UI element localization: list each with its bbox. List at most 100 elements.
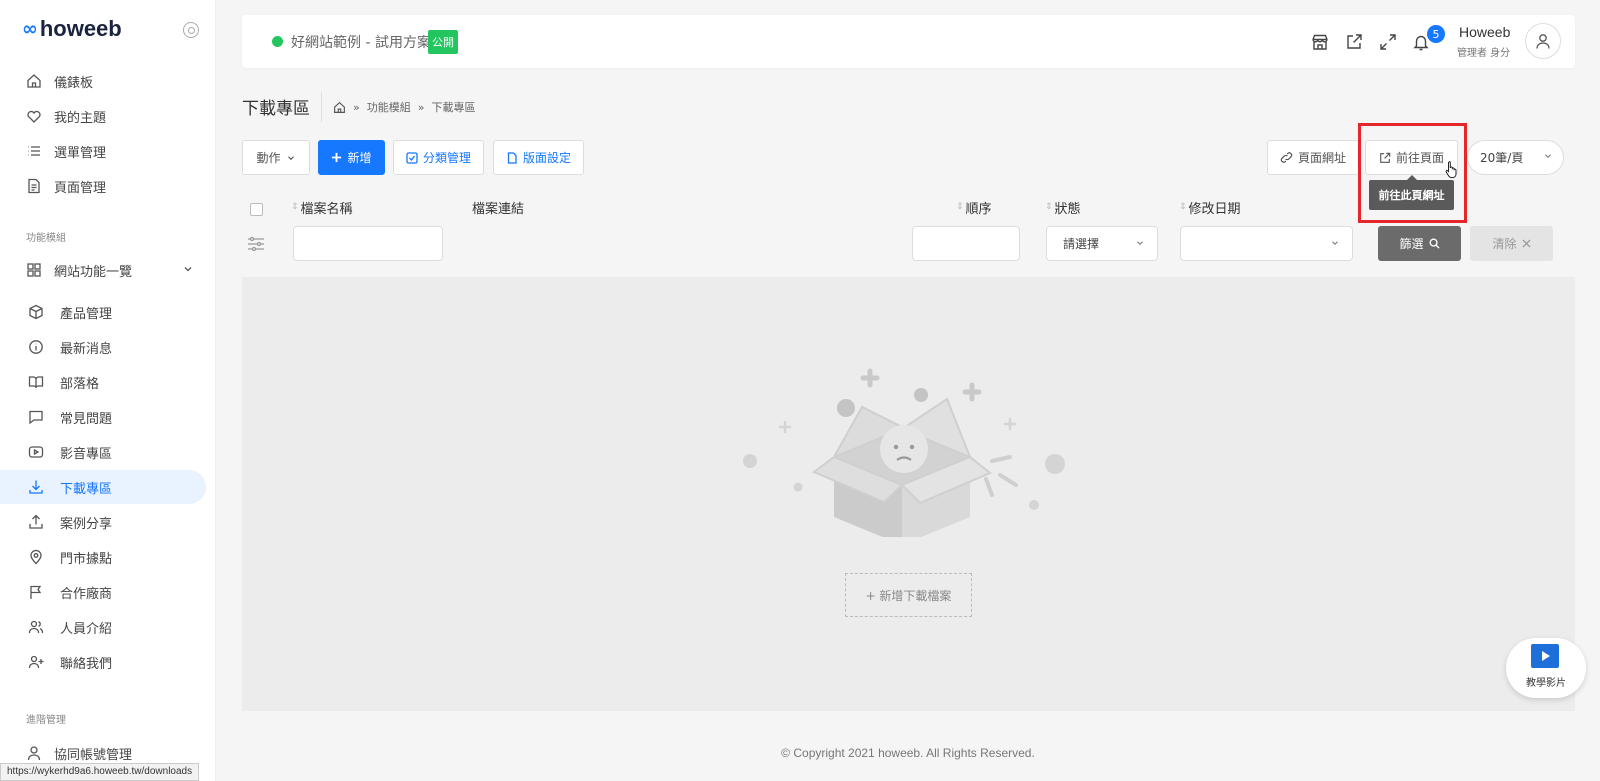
user-plus-icon — [26, 652, 46, 672]
action-label: 動作 — [256, 151, 281, 165]
sidebar-item-themes[interactable]: 我的主題 — [0, 99, 206, 133]
box-icon — [26, 302, 46, 322]
column-header-label: 修改日期 — [1188, 202, 1241, 217]
status-filter-select[interactable]: 請選擇 — [1046, 226, 1158, 261]
empty-table-area — [242, 277, 1575, 711]
checkbox-icon — [406, 151, 418, 164]
top-bar: 好網站範例 - 試用方案 公開 5 Howeeb 管理者 身分 — [242, 15, 1575, 68]
page-size-select[interactable]: 20筆/頁 — [1467, 140, 1564, 175]
breadcrumb-separator: » — [417, 100, 425, 114]
cursor-pointer-icon — [1445, 160, 1459, 178]
sidebar-item-team[interactable]: 人員介紹 — [0, 610, 206, 644]
sidebar-item-blog[interactable]: 部落格 — [0, 365, 206, 399]
close-icon — [1521, 239, 1531, 248]
column-header-order[interactable]: ⇕ 順序 — [956, 198, 992, 217]
video-icon — [26, 442, 46, 462]
sidebar-group-label: 網站功能一覽 — [54, 264, 133, 280]
sidebar-item-stores[interactable]: 門市據點 — [0, 540, 206, 574]
breadcrumb-item[interactable]: 功能模組 — [367, 99, 411, 115]
breadcrumb-separator: » — [353, 100, 360, 114]
clear-button-label: 清除 — [1492, 237, 1517, 251]
sort-icon: ⇕ — [291, 202, 299, 212]
order-filter-input[interactable] — [912, 226, 1020, 261]
category-management-button[interactable]: 分類管理 — [393, 140, 484, 175]
store-icon[interactable] — [1310, 32, 1330, 52]
page-size-value: 20筆/頁 — [1480, 151, 1524, 165]
fullscreen-icon[interactable] — [1378, 32, 1398, 52]
sidebar-section-advanced: 進階管理 — [26, 715, 66, 726]
action-dropdown-button[interactable]: 動作 — [242, 140, 310, 175]
flag-icon — [26, 582, 46, 602]
column-header-filename[interactable]: ⇕ 檔案名稱 — [291, 198, 353, 217]
external-link-icon[interactable] — [1344, 32, 1364, 52]
sidebar-item-label: 最新消息 — [60, 341, 113, 357]
add-download-file-button[interactable]: + 新增下載檔案 — [845, 573, 972, 617]
site-name[interactable]: 好網站範例 - 試用方案 — [291, 32, 431, 52]
filename-filter-input[interactable] — [293, 226, 443, 261]
sidebar-item-news[interactable]: 最新消息 — [0, 330, 206, 364]
sidebar-item-video[interactable]: 影音專區 — [0, 435, 206, 469]
empty-box-illustration — [742, 367, 1072, 537]
sidebar-item-partners[interactable]: 合作廠商 — [0, 575, 206, 609]
sidebar-item-label: 聯絡我們 — [60, 656, 113, 672]
document-icon — [24, 176, 44, 196]
list-icon — [24, 141, 44, 161]
sidebar-item-downloads[interactable]: 下載專區 — [0, 470, 206, 504]
sidebar-item-label: 常見問題 — [60, 411, 113, 427]
info-icon — [26, 337, 46, 357]
tutorial-video-widget[interactable]: 教學影片 — [1506, 638, 1586, 698]
filter-button[interactable]: 篩選 — [1378, 226, 1461, 261]
breadcrumb-home-icon[interactable] — [333, 101, 346, 114]
sidebar-collapse-icon[interactable] — [183, 22, 199, 38]
footer-copyright: © Copyright 2021 howeeb. All Rights Rese… — [781, 746, 1035, 760]
file-icon — [506, 151, 518, 164]
sidebar-item-label: 合作廠商 — [60, 586, 113, 602]
column-header-status[interactable]: ⇕ 狀態 — [1045, 198, 1081, 217]
title-divider — [321, 92, 322, 122]
add-label: 新增 — [347, 151, 372, 165]
avatar[interactable] — [1525, 23, 1561, 59]
status-filter-value: 請選擇 — [1063, 237, 1100, 251]
category-label: 分類管理 — [422, 151, 471, 165]
user-role: 管理者 身分 — [1457, 48, 1511, 59]
sidebar-item-label: 下載專區 — [60, 481, 113, 497]
chat-icon — [26, 407, 46, 427]
sidebar-item-label: 我的主題 — [54, 110, 107, 126]
sidebar-section-modules: 功能模組 — [26, 233, 66, 244]
sort-icon: ⇕ — [956, 202, 964, 212]
add-button[interactable]: 新增 — [318, 140, 385, 175]
clear-button[interactable]: 清除 — [1470, 226, 1553, 261]
sidebar-item-label: 儀錶板 — [54, 75, 94, 91]
logo-text: howeeb — [39, 16, 122, 41]
browser-status-url: https://wykerhd9a6.howeeb.tw/downloads — [0, 763, 200, 781]
sidebar-item-products[interactable]: 產品管理 — [0, 295, 206, 329]
site-status-dot — [272, 36, 283, 47]
search-icon — [1429, 238, 1440, 249]
sidebar-item-dashboard[interactable]: 儀錶板 — [0, 64, 206, 98]
layout-label: 版面設定 — [522, 151, 571, 165]
breadcrumb-item: 下載專區 — [431, 101, 476, 114]
layout-settings-button[interactable]: 版面設定 — [493, 140, 584, 175]
select-all-checkbox[interactable] — [250, 203, 263, 216]
page-url-button[interactable]: 頁面網址 — [1267, 140, 1359, 175]
book-icon — [26, 372, 46, 392]
modified-date-filter-select[interactable] — [1180, 226, 1353, 261]
sidebar-item-label: 人員介紹 — [60, 621, 113, 637]
sidebar-item-cases[interactable]: 案例分享 — [0, 505, 206, 539]
sidebar-item-faq[interactable]: 常見問題 — [0, 400, 206, 434]
sidebar: ∞ howeeb 儀錶板 我的主題 選單管理 頁面管理 功能模組 網站功能一覽 … — [0, 0, 216, 781]
plus-icon — [331, 152, 342, 163]
video-clapper-icon — [1531, 644, 1559, 668]
filter-sliders-icon[interactable] — [247, 235, 265, 253]
link-icon — [1280, 151, 1293, 164]
sidebar-item-pages[interactable]: 頁面管理 — [0, 169, 206, 203]
column-header-modified[interactable]: ⇕ 修改日期 — [1179, 198, 1241, 217]
sidebar-group-site-features[interactable]: 網站功能一覽 — [0, 253, 206, 287]
sidebar-item-contact[interactable]: 聯絡我們 — [0, 645, 206, 679]
column-header-label: 狀態 — [1054, 202, 1081, 217]
brand-logo[interactable]: ∞ howeeb — [22, 16, 122, 42]
chevron-down-icon — [1543, 151, 1553, 161]
sidebar-item-label: 門市據點 — [60, 551, 113, 567]
logo-mark: ∞ — [22, 18, 38, 40]
sidebar-item-menus[interactable]: 選單管理 — [0, 134, 206, 168]
